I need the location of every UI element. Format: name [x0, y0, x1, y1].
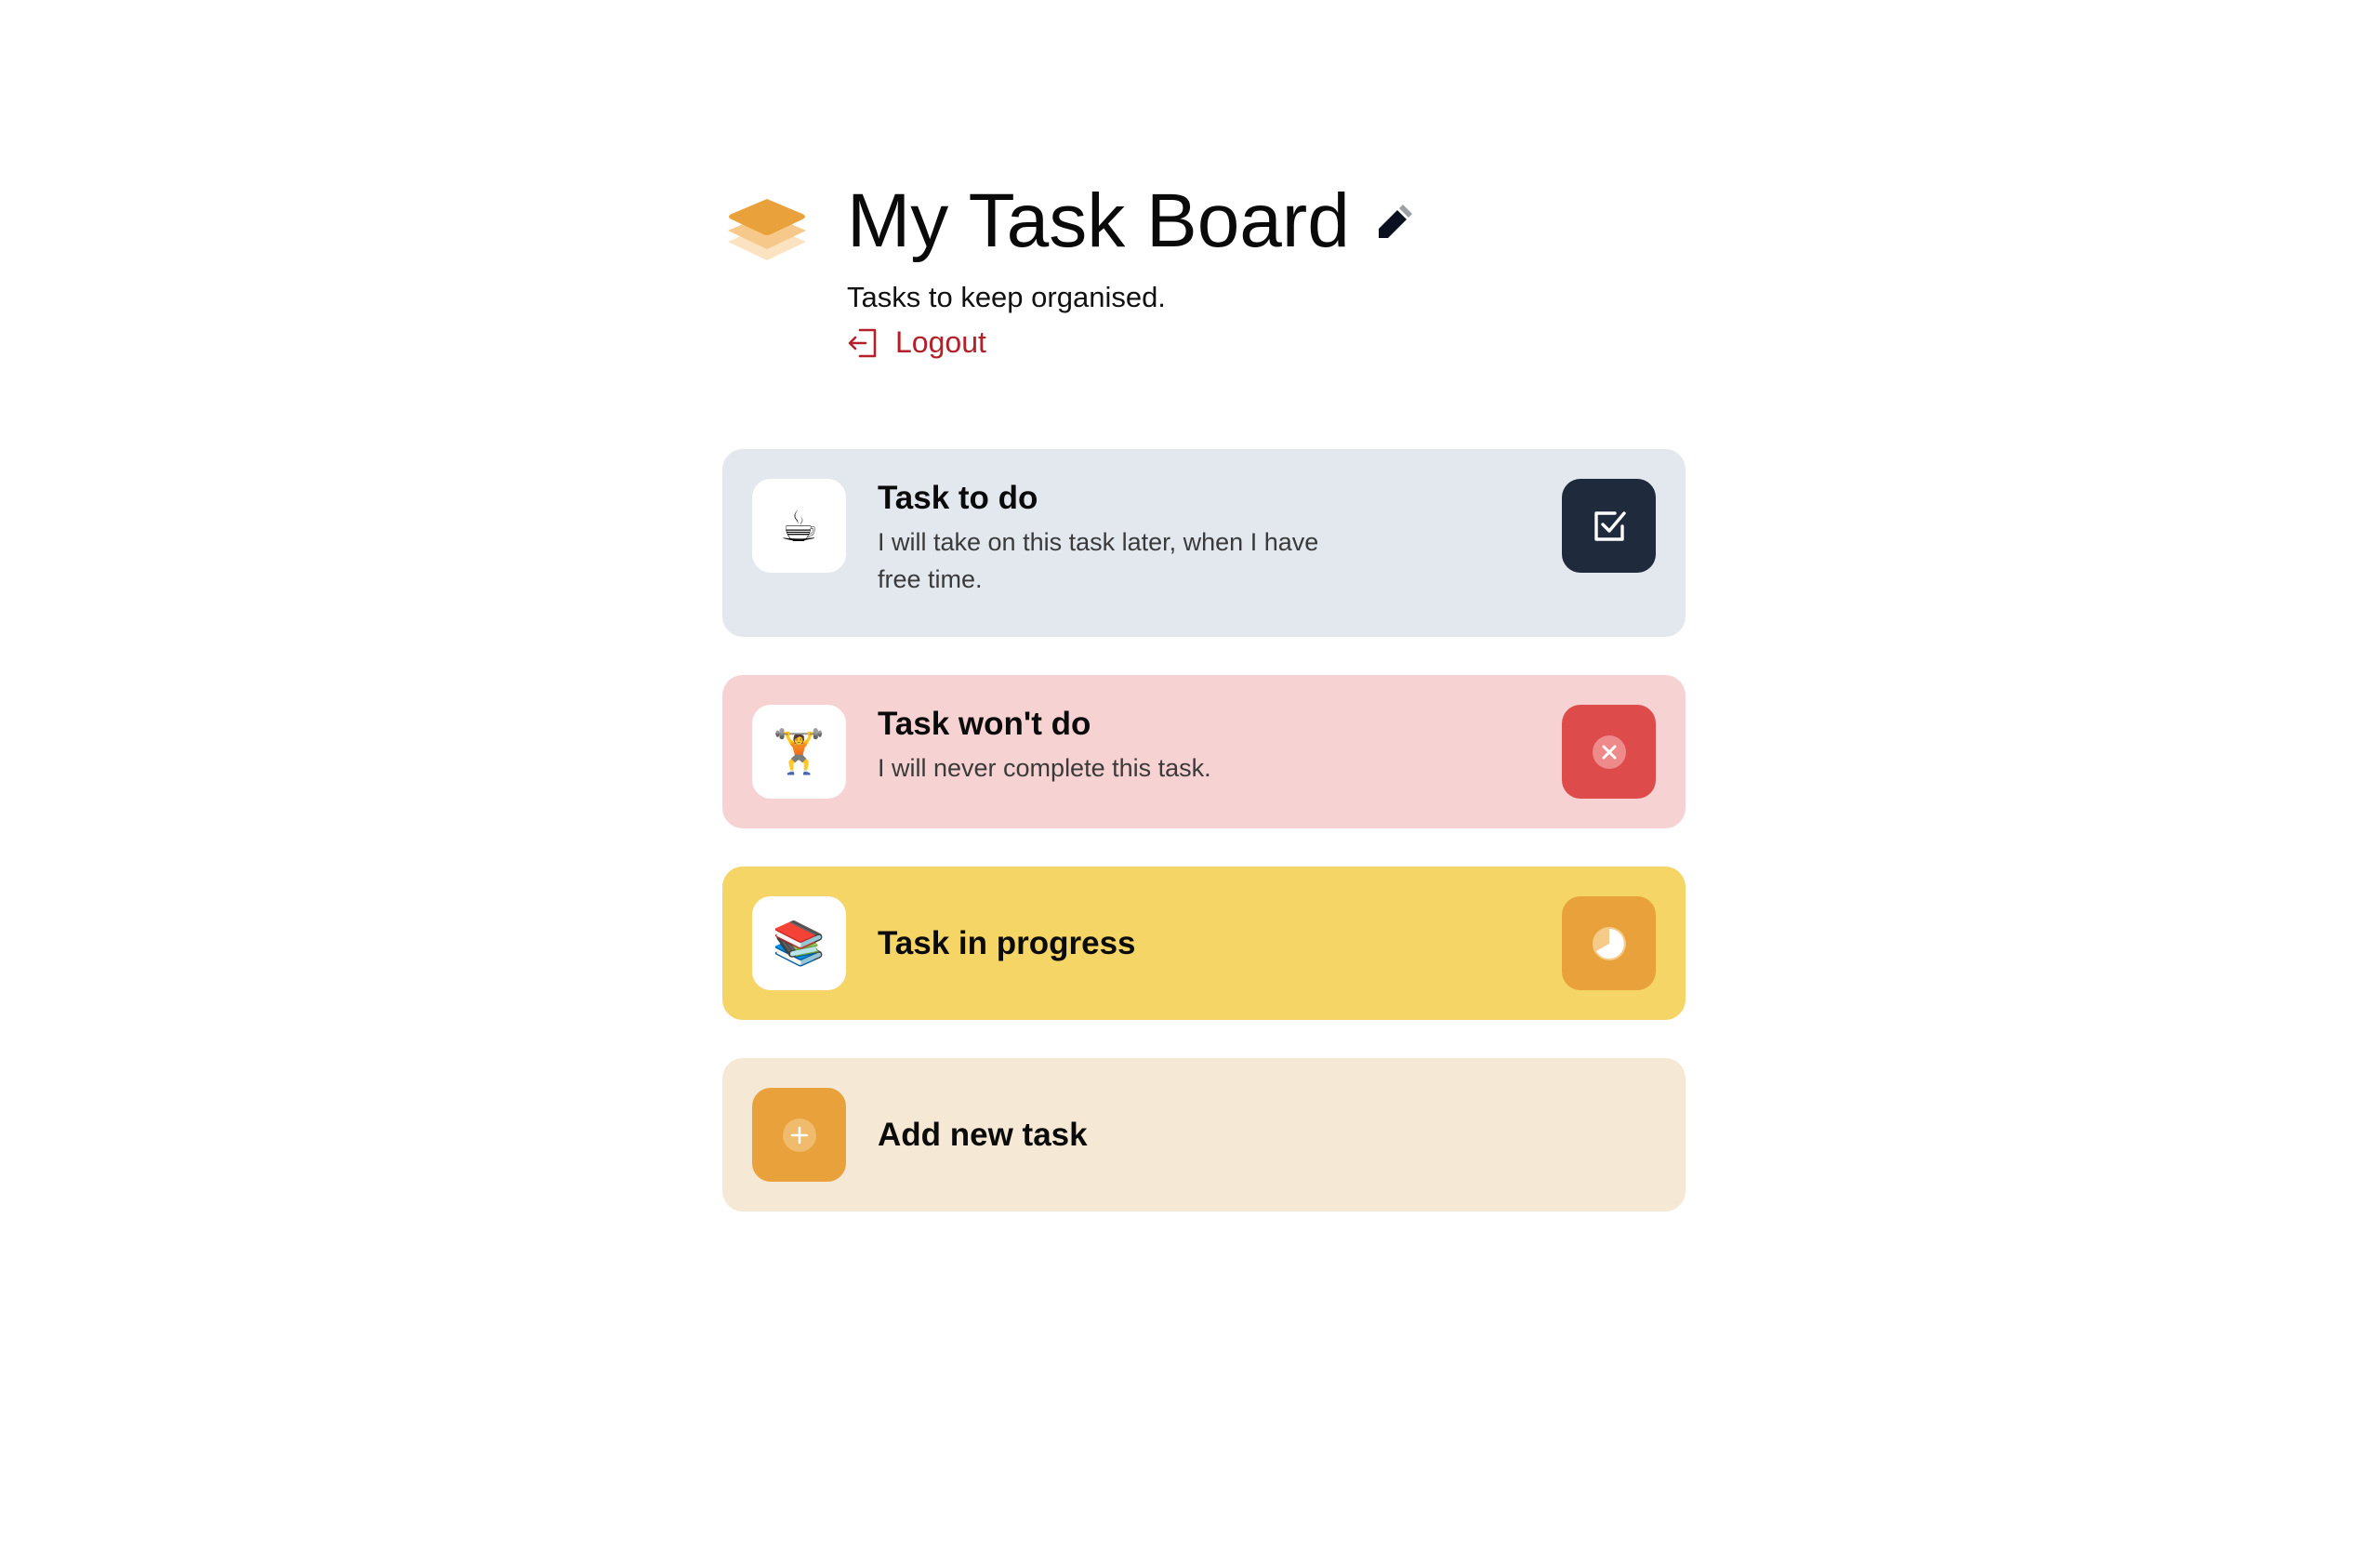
task-description: I will never complete this task. — [878, 754, 1211, 782]
task-description: I will take on this task later, when I h… — [878, 528, 1319, 593]
status-in-progress-button[interactable] — [1562, 896, 1656, 990]
task-text: Task to do I will take on this task late… — [878, 479, 1361, 598]
add-task-button[interactable]: Add new task — [722, 1058, 1686, 1211]
task-emoji-box: 📚 — [752, 896, 846, 990]
add-task-label: Add new task — [878, 1116, 1088, 1153]
task-title: Task won't do — [878, 706, 1091, 742]
progress-icon — [1591, 925, 1628, 962]
add-icon-box — [752, 1088, 846, 1182]
pencil-icon — [1375, 201, 1416, 242]
logout-icon — [847, 326, 880, 360]
layers-icon — [722, 186, 812, 275]
status-wont-do-button[interactable] — [1562, 705, 1656, 799]
plus-icon — [781, 1117, 818, 1154]
status-done-button[interactable] — [1562, 479, 1656, 573]
books-icon: 📚 — [772, 919, 826, 967]
add-task-text: Add new task — [878, 1088, 1088, 1182]
task-list: ☕ Task to do I will take on this task la… — [722, 449, 1686, 1250]
task-emoji-box: 🏋️ — [752, 705, 846, 799]
task-emoji-box: ☕ — [752, 479, 846, 573]
weightlifter-icon: 🏋️ — [772, 727, 826, 775]
task-board-page: My Task Board Tasks to keep organised. L… — [722, 177, 1686, 1211]
coffee-icon: ☕ — [779, 501, 819, 550]
task-card-wont-do[interactable]: 🏋️ Task won't do I will never complete t… — [722, 675, 1686, 828]
header: My Task Board Tasks to keep organised. L… — [722, 177, 1686, 409]
task-text: Task in progress — [878, 896, 1136, 990]
logout-button[interactable]: Logout — [847, 325, 986, 360]
close-icon — [1591, 734, 1628, 771]
task-card-in-progress[interactable]: 📚 Task in progress — [722, 867, 1686, 1020]
page-title: My Task Board — [847, 179, 1350, 263]
edit-title-button[interactable] — [1372, 198, 1419, 245]
logout-label: Logout — [895, 325, 986, 359]
task-text: Task won't do I will never complete this… — [878, 705, 1211, 787]
task-card-todo[interactable]: ☕ Task to do I will take on this task la… — [722, 449, 1686, 637]
task-title: Task to do — [878, 480, 1038, 516]
check-square-icon — [1589, 506, 1630, 547]
task-title: Task in progress — [878, 924, 1136, 961]
page-subtitle: Tasks to keep organised. — [847, 281, 1166, 313]
title-row: My Task Board — [847, 177, 1419, 266]
